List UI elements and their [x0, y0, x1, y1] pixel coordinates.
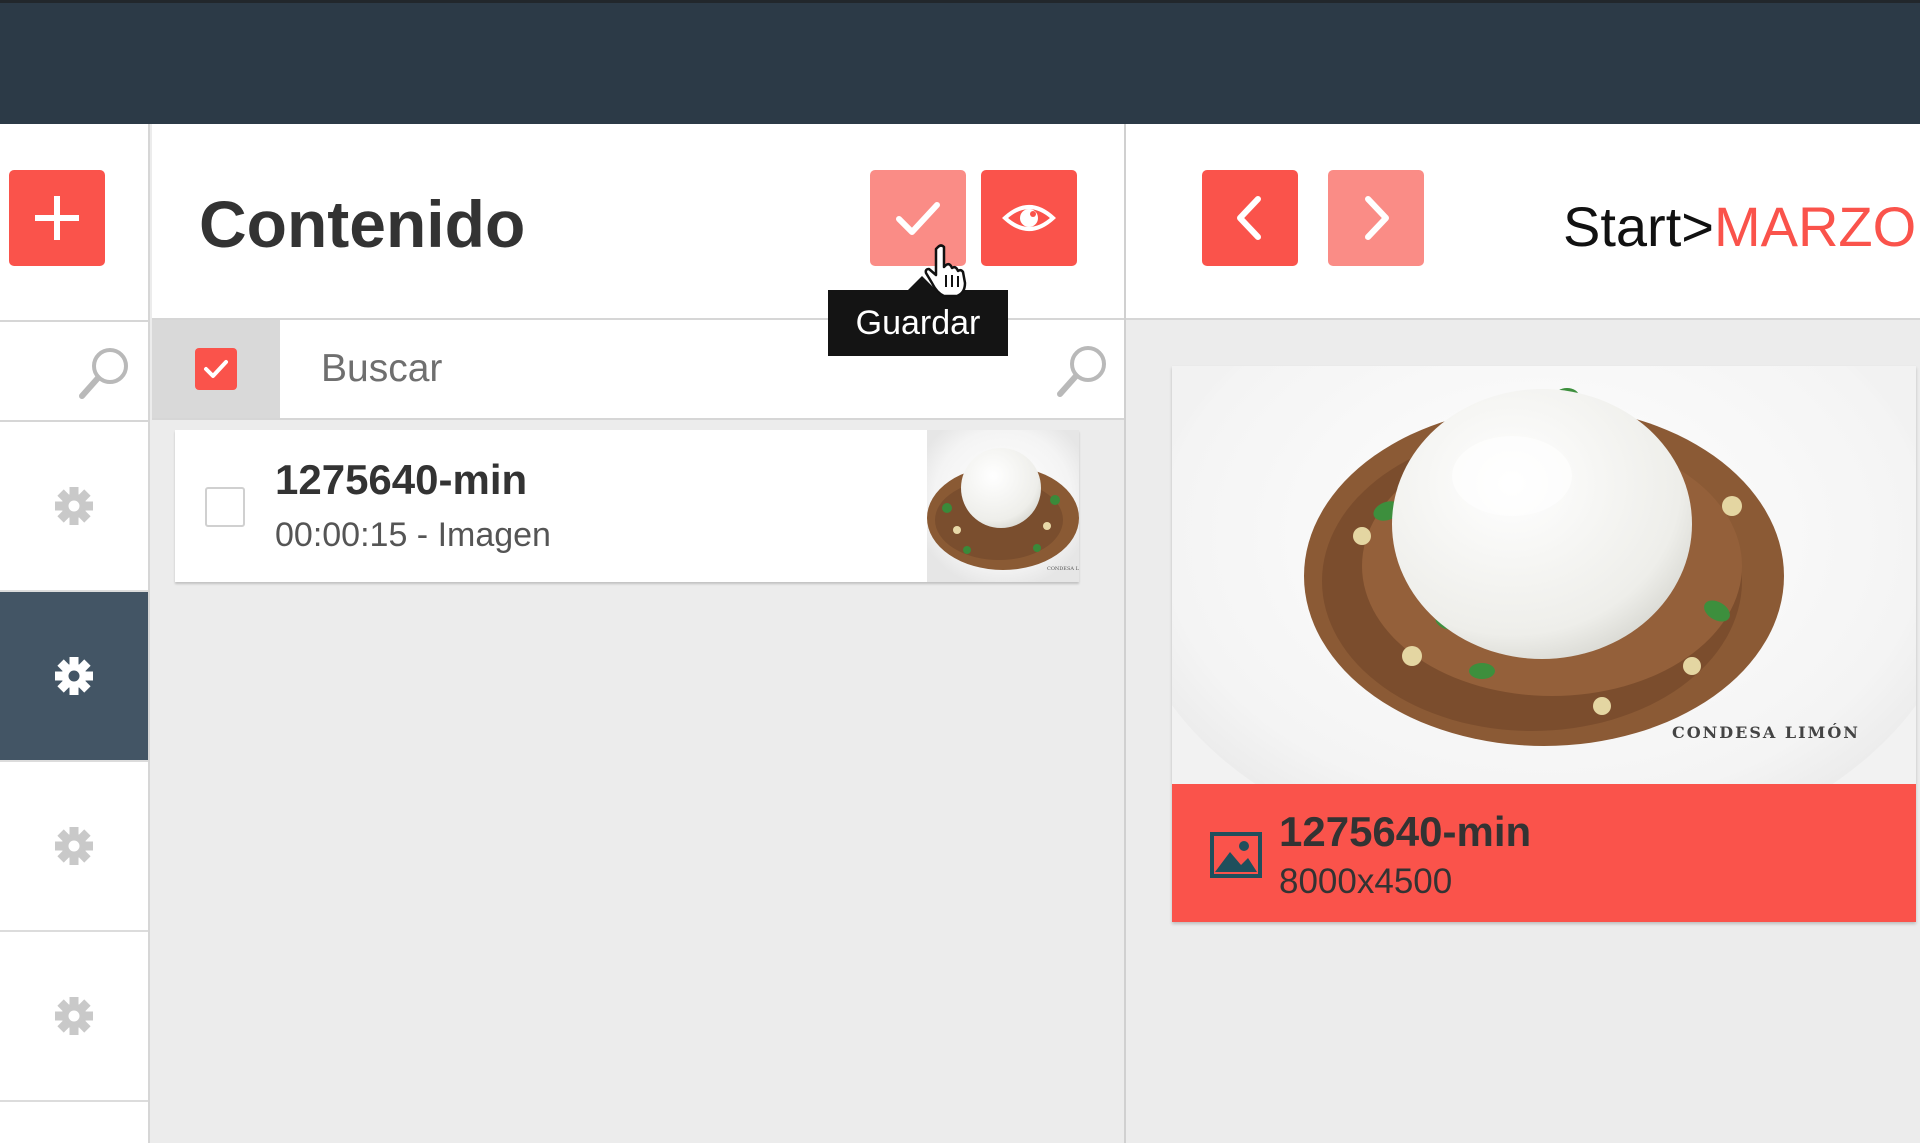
check-icon	[204, 360, 228, 378]
preview-image: CONDESA LIMÓN	[1172, 366, 1916, 784]
sidebar-search[interactable]	[0, 320, 148, 422]
preview-title: 1275640-min	[1279, 808, 1532, 855]
chevron-left-icon	[1237, 196, 1261, 240]
left-sidebar	[0, 124, 150, 1143]
breadcrumb-root[interactable]: Start	[1563, 195, 1681, 258]
sidebar-item-settings-2[interactable]	[0, 592, 148, 762]
gear-icon	[55, 487, 93, 525]
plus-icon	[35, 196, 79, 240]
preview-button[interactable]	[981, 170, 1077, 266]
breadcrumb: Start>MARZO	[1563, 194, 1916, 259]
hand-cursor-icon	[924, 244, 967, 298]
top-bar	[0, 0, 1920, 124]
list-item[interactable]: 1275640-min 00:00:15 - Imagen CONDESA LI…	[175, 430, 1079, 582]
item-title: 1275640-min	[275, 456, 528, 503]
preview-card[interactable]: CONDESA LIMÓN 1275640-min 8000x4500	[1172, 366, 1916, 922]
previous-button[interactable]	[1202, 170, 1298, 266]
thumbnail-caption: CONDESA LIMÓN	[1047, 564, 1079, 572]
select-all-checkbox[interactable]	[152, 320, 280, 418]
sidebar-item-settings-1[interactable]	[0, 422, 148, 592]
image-caption: CONDESA LIMÓN	[1672, 722, 1860, 742]
page-title: Contenido	[199, 187, 526, 261]
breadcrumb-current: MARZO	[1713, 195, 1917, 258]
gear-icon	[55, 827, 93, 865]
item-checkbox[interactable]	[205, 487, 245, 527]
preview-header: Start>MARZO	[1126, 124, 1920, 320]
sidebar-item-settings-3[interactable]	[0, 762, 148, 932]
checkbox-checked[interactable]	[195, 348, 237, 390]
item-subtitle: 00:00:15 - Imagen	[275, 516, 551, 554]
sidebar-item-settings-4[interactable]	[0, 932, 148, 1102]
next-button[interactable]	[1328, 170, 1424, 266]
search-icon[interactable]	[76, 344, 134, 402]
image-icon	[1210, 832, 1262, 878]
eye-icon	[1002, 205, 1056, 231]
save-tooltip: Guardar	[828, 276, 1008, 356]
chevron-right-icon	[1365, 196, 1389, 240]
gear-icon	[55, 997, 93, 1035]
preview-footer: 1275640-min 8000x4500	[1172, 784, 1916, 922]
check-icon	[896, 202, 940, 235]
gear-icon	[55, 657, 93, 695]
preview-dimensions: 8000x4500	[1279, 862, 1453, 901]
item-thumbnail: CONDESA LIMÓN	[927, 430, 1079, 582]
breadcrumb-separator: >	[1681, 195, 1714, 258]
search-icon[interactable]	[1054, 342, 1112, 400]
add-button[interactable]	[9, 170, 105, 266]
